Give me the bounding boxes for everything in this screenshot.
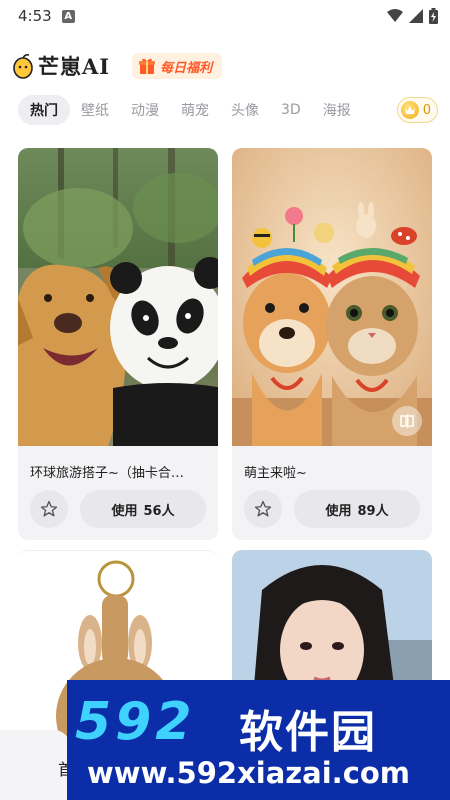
category-tabs: 热门 壁纸 动漫 萌宠 头像 3D 海报 0 [18,94,438,126]
tab-pets[interactable]: 萌宠 [170,95,220,125]
favorite-button[interactable] [30,490,68,528]
favorite-button[interactable] [244,490,282,528]
gift-icon [139,58,156,74]
watermark-banner: 592 软件园 www.592xiazai.com [67,680,450,800]
tab-anime[interactable]: 动漫 [120,95,170,125]
tab-avatar[interactable]: 头像 [220,95,270,125]
app-name: 芒崽AI [38,54,111,79]
use-count: 56人 [143,503,175,519]
status-bar: 4:53 A [0,0,450,32]
use-count: 89人 [357,503,389,519]
use-label: 使用 [111,503,138,519]
tab-poster[interactable]: 海报 [312,95,362,125]
status-icons [387,8,438,24]
watermark-brand: 592 [75,692,196,752]
star-icon [254,500,272,517]
use-template-button[interactable]: 使用 89人 [294,490,420,528]
watermark-cn: 软件园 [239,707,377,758]
card-title: 萌主来啦~ [244,466,307,481]
template-card[interactable]: 萌主来啦~ 使用 89人 [232,148,432,540]
notification-icon: A [61,9,75,23]
card-title: 环球旅游搭子~（抽卡合… [30,466,184,481]
battery-icon [429,8,438,24]
coin-count: 0 [422,102,431,118]
card-image-dog-cat-hats [232,148,432,446]
watermark-url: www.592xiazai.com [87,756,411,790]
use-template-button[interactable]: 使用 56人 [80,490,206,528]
app-header: 芒崽AI 每日福利 [0,44,450,88]
tab-3d[interactable]: 3D [270,95,312,125]
crown-coin-icon [400,101,419,119]
signal-icon [409,9,423,23]
wifi-icon [387,9,403,22]
welfare-label: 每日福利 [160,60,213,76]
compare-icon[interactable] [392,406,422,436]
template-card[interactable]: 环球旅游搭子~（抽卡合… 使用 56人 [18,148,218,540]
star-icon [40,500,58,517]
card-image-dog-panda [18,148,218,446]
use-label: 使用 [325,503,352,519]
tab-wallpaper[interactable]: 壁纸 [70,95,120,125]
coin-balance[interactable]: 0 [396,97,438,123]
daily-welfare-button[interactable]: 每日福利 [132,53,223,79]
tab-hot[interactable]: 热门 [18,95,70,125]
status-time: 4:53 [18,7,52,25]
mango-logo-icon [13,54,33,79]
